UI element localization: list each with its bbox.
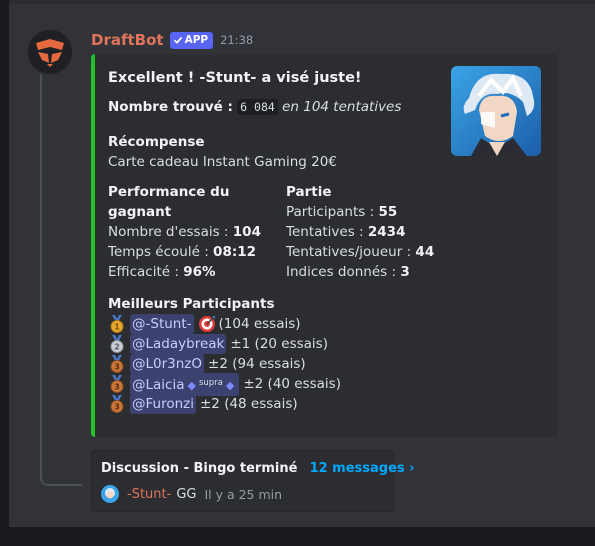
- game-field: Partie Participants : 55 Tentatives : 24…: [286, 182, 486, 282]
- number-label: Nombre trouvé :: [108, 99, 233, 115]
- participant-mention[interactable]: @Ladaybreak: [130, 334, 227, 354]
- gold-medal-icon: 1: [110, 315, 124, 333]
- app-badge: APP: [169, 31, 214, 49]
- svg-text:3: 3: [114, 383, 120, 392]
- game-line-label: Tentatives :: [286, 224, 364, 240]
- thread-last-time: Il y a 25 min: [204, 486, 283, 502]
- performance-line-value: 104: [232, 224, 261, 240]
- svg-text:3: 3: [114, 403, 120, 412]
- number-suffix: en 104 tentatives: [282, 99, 402, 115]
- diamond-icon: ◆: [187, 378, 196, 392]
- direct-hit-icon: [198, 316, 215, 332]
- game-line: Tentatives/joueur : 44: [286, 242, 486, 262]
- game-line-value: 3: [400, 264, 410, 280]
- participant-mention[interactable]: @Furonzi: [130, 394, 196, 414]
- thread-last-user[interactable]: -Stunt-: [127, 487, 171, 502]
- participant-row: 1 @-Stunt- (104 essais): [108, 314, 341, 334]
- performance-field-name: Performance du gagnant: [108, 184, 230, 220]
- check-icon: [173, 36, 182, 44]
- svg-text:3: 3: [114, 363, 120, 372]
- participant-mention-name: @Laicia: [132, 376, 185, 393]
- game-line: Participants : 55: [286, 202, 486, 222]
- participant-result: ±2 (94 essais): [208, 356, 306, 372]
- performance-line-value: 08:12: [213, 244, 257, 260]
- participant-row: 3 @Laicia ◆ supra ◆ ±2 (40 essais): [108, 372, 341, 396]
- embed-title: Excellent ! -Stunt- a visé juste!: [108, 70, 362, 86]
- performance-field: Performance du gagnant Nombre d'essais :…: [108, 182, 286, 282]
- svg-text:2: 2: [114, 343, 120, 352]
- app-badge-label: APP: [184, 34, 209, 46]
- thread-header: Discussion - Bingo terminé 12 messages ›: [101, 461, 415, 476]
- game-line: Indices donnés : 3: [286, 262, 486, 282]
- participant-mention[interactable]: @Laicia ◆ supra ◆: [130, 372, 240, 396]
- thread-last-text: GG: [176, 486, 197, 502]
- reward-field-value: Carte cadeau Instant Gaming 20€: [108, 154, 337, 170]
- reward-field-name: Récompense: [108, 134, 205, 150]
- participant-mention[interactable]: @L0r3nzO: [130, 354, 205, 374]
- participant-result: ±2 (48 essais): [200, 396, 298, 412]
- thread-name[interactable]: Discussion - Bingo terminé: [101, 461, 297, 476]
- performance-line-label: Nombre d'essais :: [108, 224, 229, 240]
- message-timestamp[interactable]: 21:38: [220, 33, 253, 47]
- bronze-medal-icon: 3: [110, 375, 124, 393]
- game-line-label: Indices donnés :: [286, 264, 397, 280]
- author-name[interactable]: DraftBot: [91, 31, 164, 49]
- top-participants-field-name: Meilleurs Participants: [108, 296, 275, 312]
- participant-tag: supra: [198, 377, 223, 388]
- thread-message-count[interactable]: 12 messages ›: [310, 461, 415, 476]
- game-line-value: 55: [378, 204, 398, 220]
- bronze-medal-icon: 3: [110, 355, 124, 373]
- participant-row: 2 @Ladaybreak ±1 (20 essais): [108, 334, 341, 354]
- embed-description: Nombre trouvé : 6 084 en 104 tentatives: [108, 97, 558, 117]
- reward-field: Récompense Carte cadeau Instant Gaming 2…: [108, 132, 337, 172]
- silver-medal-icon: 2: [110, 335, 124, 353]
- diamond-icon: ◆: [225, 378, 235, 392]
- game-line-value: 2434: [367, 224, 406, 240]
- embed-body: Excellent ! -Stunt- a visé juste! Nombre…: [108, 68, 558, 414]
- participant-result: ±1 (20 essais): [230, 336, 328, 352]
- stats-columns: Performance du gagnant Nombre d'essais :…: [108, 182, 486, 282]
- game-line-label: Tentatives/joueur :: [286, 244, 412, 260]
- top-participants-field: Meilleurs Participants 1 @-Stunt- (104 e…: [108, 294, 341, 414]
- participant-row: 3 @Furonzi ±2 (48 essais): [108, 394, 341, 414]
- performance-line-label: Efficacité :: [108, 264, 179, 280]
- participant-mention[interactable]: @-Stunt-: [130, 314, 194, 334]
- result-embed: Excellent ! -Stunt- a visé juste! Nombre…: [91, 54, 558, 437]
- number-value: 6 084: [237, 99, 278, 115]
- bronze-medal-icon: 3: [110, 395, 124, 413]
- performance-line: Efficacité : 96%: [108, 262, 286, 282]
- svg-text:1: 1: [114, 323, 120, 332]
- bot-avatar[interactable]: [28, 30, 72, 74]
- thread-last-message: -Stunt- GG Il y a 25 min: [101, 485, 282, 503]
- participant-result: ±2 (40 essais): [243, 376, 341, 392]
- message-header: DraftBot APP 21:38: [91, 29, 253, 51]
- game-line-label: Participants :: [286, 204, 375, 220]
- participant-row: 3 @L0r3nzO ±2 (94 essais): [108, 354, 341, 374]
- game-line: Tentatives : 2434: [286, 222, 486, 242]
- game-field-name: Partie: [286, 184, 332, 200]
- performance-line-label: Temps écoulé :: [108, 244, 209, 260]
- user-avatar[interactable]: [101, 485, 119, 503]
- performance-line: Nombre d'essais : 104: [108, 222, 286, 242]
- thread-connector-line: [40, 74, 82, 486]
- participant-result: (104 essais): [218, 316, 301, 332]
- thread-preview[interactable]: Discussion - Bingo terminé 12 messages ›…: [91, 450, 415, 512]
- performance-line-value: 96%: [183, 264, 216, 280]
- chat-top-edge: [9, 0, 595, 4]
- game-line-value: 44: [415, 244, 435, 260]
- performance-line: Temps écoulé : 08:12: [108, 242, 286, 262]
